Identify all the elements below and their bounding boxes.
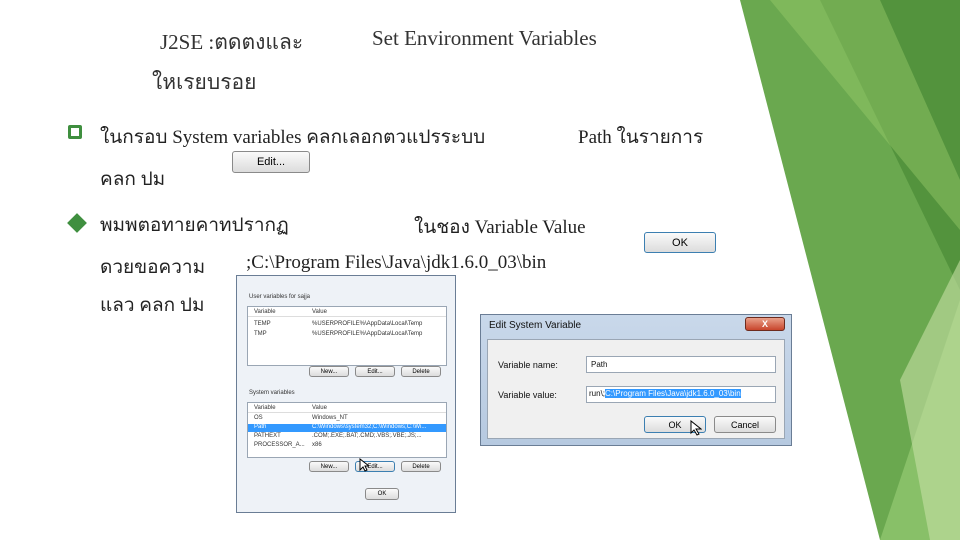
edit-dialog-title: Edit System Variable: [489, 320, 582, 331]
edit-dialog-body: Variable name: Path Variable value: run\…: [487, 339, 785, 439]
user-variables-list: Variable Value TEMP %USERPROFILE%\AppDat…: [247, 306, 447, 366]
bullet2-text-line2: ดวยขอความ: [100, 257, 206, 278]
row-name: PROCESSOR_A...: [254, 442, 305, 448]
list-header: Variable Value: [248, 405, 446, 413]
system-variables-list: Variable Value OS Windows_NT Path C:\Win…: [247, 402, 447, 458]
variable-name-label: Variable name:: [498, 360, 558, 370]
col-variable-header: Variable: [254, 309, 276, 315]
mouse-cursor-icon: [359, 458, 369, 472]
system-variables-label: System variables: [249, 390, 295, 396]
bullet2-path-text: ;C:\Program Files\Java\jdk1.6.0_03\bin: [246, 252, 547, 273]
row-value: .COM;.EXE;.BAT;.CMD;.VBS;.VBE;.JS;...: [312, 433, 422, 439]
col-value-header: Value: [312, 405, 327, 411]
col-value-header: Value: [312, 309, 327, 315]
row-name: Path: [254, 424, 267, 430]
row-name: PATHEXT: [254, 433, 281, 439]
system-delete-button[interactable]: Delete: [401, 461, 441, 472]
slide-title-right: Set Environment Variables: [372, 26, 597, 50]
table-row[interactable]: OS Windows_NT: [248, 415, 446, 423]
user-new-button[interactable]: New...: [309, 366, 349, 377]
row-name: OS: [254, 415, 263, 421]
col-variable-header: Variable: [254, 405, 276, 411]
variable-value-field[interactable]: run\;C:\Program Files\Java\jdk1.6.0_03\b…: [586, 386, 776, 403]
list-header: Variable Value: [248, 309, 446, 317]
row-value: %USERPROFILE%\AppData\Local\Temp: [312, 331, 423, 337]
edit-system-variable-dialog: Edit System Variable X Variable name: Pa…: [480, 314, 792, 446]
slide-title-left-line2: ใหเรยบรอย: [152, 70, 257, 94]
row-value: x86: [312, 442, 322, 448]
close-icon: X: [761, 319, 768, 329]
env-ok-button[interactable]: OK: [365, 488, 399, 500]
environment-variables-dialog: User variables for sajja Variable Value …: [236, 275, 456, 513]
table-row[interactable]: PATHEXT .COM;.EXE;.BAT;.CMD;.VBS;.VBE;.J…: [248, 433, 446, 441]
row-value: C:\Windows\system32;C:\Windows;C:\Wi...: [312, 424, 427, 430]
bullet1-text-a: ในกรอบ System variables คลกเลอกตวแปรระบบ: [100, 127, 486, 148]
row-name: TEMP: [254, 321, 271, 327]
edit-button-illustration: Edit...: [232, 151, 310, 173]
user-delete-button[interactable]: Delete: [401, 366, 441, 377]
bullet2-text-b: ในชอง Variable Value: [414, 217, 586, 238]
variable-value-label: Variable value:: [498, 390, 557, 400]
checkbox-bullet-icon: [68, 125, 82, 139]
slide-title-left: J2SE :ตดตงและ: [160, 30, 304, 54]
bullet2-text-a: พมพตอทายคาทปรากฏ: [100, 215, 289, 236]
bullet2-text-line3: แลว คลก ปม: [100, 295, 205, 316]
table-row[interactable]: TMP %USERPROFILE%\AppData\Local\Temp: [248, 331, 446, 339]
bullet1-text-b: Path ในรายการ: [578, 127, 704, 148]
row-value: Windows_NT: [312, 415, 348, 421]
table-row[interactable]: PROCESSOR_A... x86: [248, 442, 446, 450]
value-selected-text: C:\Program Files\Java\jdk1.6.0_03\bin: [605, 389, 741, 398]
bullet1-text-line2: คลก ปม: [100, 169, 166, 190]
mouse-cursor-icon: [690, 420, 702, 436]
variable-name-field[interactable]: Path: [586, 356, 776, 373]
edit-cancel-button[interactable]: Cancel: [714, 416, 776, 433]
user-edit-button[interactable]: Edit...: [355, 366, 395, 377]
table-row-selected[interactable]: Path C:\Windows\system32;C:\Windows;C:\W…: [248, 424, 446, 432]
row-name: TMP: [254, 331, 267, 337]
row-value: %USERPROFILE%\AppData\Local\Temp: [312, 321, 423, 327]
system-new-button[interactable]: New...: [309, 461, 349, 472]
table-row[interactable]: TEMP %USERPROFILE%\AppData\Local\Temp: [248, 321, 446, 329]
value-prefix: run\;: [589, 389, 606, 398]
user-variables-label: User variables for sajja: [249, 294, 311, 300]
close-button[interactable]: X: [745, 317, 785, 331]
ok-button-illustration: OK: [644, 232, 716, 253]
